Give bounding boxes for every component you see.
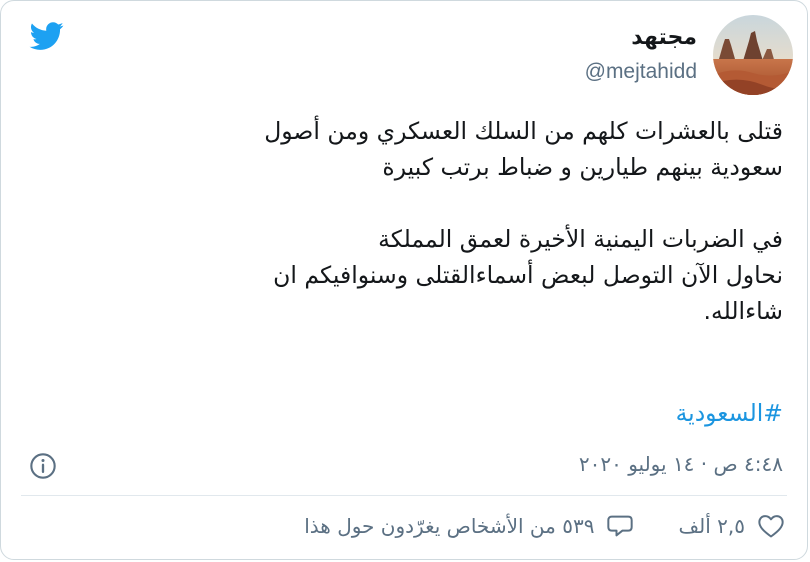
author-handle[interactable]: @mejtahidd	[585, 57, 697, 87]
heart-icon	[758, 515, 784, 538]
conversation-button[interactable]: ٥٣٩ من الأشخاص يغرّدون حول هذا	[304, 512, 634, 540]
speech-bubble-icon	[607, 515, 634, 537]
author-block: مجتهد @mejtahidd	[585, 23, 697, 87]
info-icon[interactable]	[29, 452, 57, 480]
hashtag-link[interactable]: #السعودية	[676, 399, 783, 427]
tweet-text-line: قتلى بالعشرات كلهم من السلك العسكري ومن …	[264, 117, 783, 145]
like-button[interactable]: ٢,٥ ألف	[678, 512, 785, 540]
avatar-image	[713, 15, 793, 95]
tweet-card: مجتهد @mejtahidd قتلى بالعشرات كلهم من ا…	[0, 0, 808, 560]
tweet-actions: ٢,٥ ألف ٥٣٩ من الأشخاص يغرّدون حول هذا	[304, 512, 785, 540]
divider	[21, 495, 787, 496]
avatar[interactable]	[713, 15, 793, 95]
twitter-bird-icon[interactable]	[27, 19, 67, 53]
author-name[interactable]: مجتهد	[585, 23, 697, 53]
tweet-text-line	[41, 185, 783, 221]
like-count: ٢,٥ ألف	[678, 514, 745, 538]
tweet-text-line: نحاول الآن التوصل لبعض أسماءالقتلى وسنوا…	[273, 261, 783, 289]
tweet-text-line: شاءالله.	[703, 297, 783, 325]
conversation-label: ٥٣٩ من الأشخاص يغرّدون حول هذا	[304, 514, 595, 538]
tweet-text-line: في الضربات اليمنية الأخيرة لعمق المملكة	[378, 225, 783, 253]
tweet-text-line: سعودية بينهم طيارين و ضباط برتب كبيرة	[382, 153, 783, 181]
tweet-text: قتلى بالعشرات كلهم من السلك العسكري ومن …	[41, 113, 783, 329]
tweet-timestamp[interactable]: ٤:٤٨ ص · ١٤ يوليو ٢٠٢٠	[579, 452, 783, 476]
